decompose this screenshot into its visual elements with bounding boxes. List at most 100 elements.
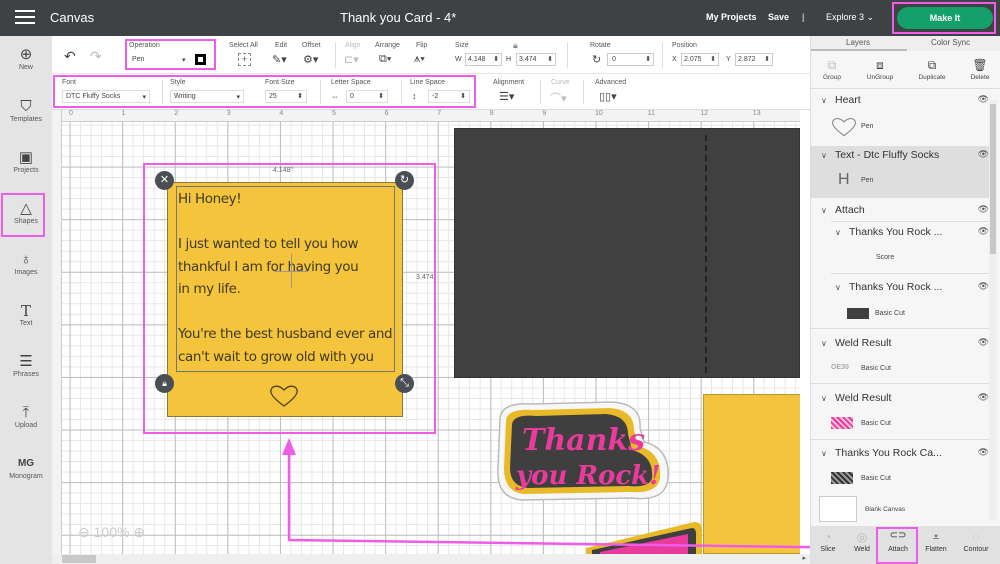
select-all-button[interactable]: + [238, 53, 251, 66]
machine-select[interactable]: Explore 3 ⌄ [826, 12, 874, 23]
horizontal-scrollbar[interactable]: ▸ [52, 554, 810, 564]
align-left-icon[interactable]: ☰▾ [499, 90, 514, 103]
layer-attach[interactable]: ∨ Attach 👁︎ [811, 204, 989, 216]
stepper-icon[interactable]: ⬍ [645, 55, 651, 63]
x-input[interactable]: 2.075 ⬍ [681, 53, 719, 66]
eye-icon[interactable]: 👁︎ [978, 149, 989, 160]
eye-icon[interactable]: 👁︎ [978, 337, 989, 348]
redo-icon[interactable]: ↷ [90, 48, 102, 65]
chevron-down-icon[interactable]: ∨ [835, 283, 849, 292]
nav-phrases[interactable]: ☰ Phrases [0, 353, 52, 378]
eye-icon[interactable]: 👁︎ [978, 204, 989, 215]
stepper-icon[interactable]: ⬍ [547, 55, 553, 63]
align-icon[interactable]: ⊏▾ [344, 53, 359, 66]
duplicate-button[interactable]: ⧉ Duplicate [915, 58, 949, 81]
scrollbar-thumb[interactable] [990, 104, 996, 254]
eye-icon[interactable]: 👁︎ [978, 226, 989, 237]
operation-select[interactable]: Pen [132, 56, 144, 63]
zoom-in-icon[interactable]: ⊕ [133, 524, 145, 540]
delete-handle-icon[interactable]: ✕ [155, 171, 174, 190]
eye-icon[interactable]: 👁︎ [978, 392, 989, 403]
make-it-button[interactable]: Make It [897, 7, 993, 29]
eye-icon[interactable]: 👁︎ [978, 281, 989, 292]
font-select[interactable]: DTC Fluffy Socks ▾ [62, 90, 150, 103]
nav-templates[interactable]: ⛉ Templates [0, 98, 52, 123]
nav-shapes[interactable]: △ Shapes [0, 200, 52, 225]
my-projects-link[interactable]: My Projects [706, 12, 757, 22]
chevron-down-icon[interactable]: ∨ [821, 151, 835, 160]
pink-sign-shape[interactable] [584, 520, 704, 554]
style-select[interactable]: Writing ▾ [170, 90, 244, 103]
stepper-icon[interactable]: ⬍ [710, 55, 716, 63]
eye-icon[interactable]: 👁︎ [978, 94, 989, 105]
weld-button[interactable]: ◎ Weld [847, 530, 877, 553]
layer-thanks-cut[interactable]: ∨ Thanks You Rock ... 👁︎ [811, 281, 989, 293]
offset-icon[interactable]: ⚙▾ [303, 53, 318, 66]
group-button[interactable]: ⧉ Group [815, 58, 849, 81]
tab-layers[interactable]: Layers [846, 38, 870, 47]
chevron-down-icon[interactable]: ∨ [821, 449, 835, 458]
layer-weld-result-2[interactable]: ∨ Weld Result 👁︎ [811, 392, 989, 404]
zoom-out-icon[interactable]: ⊖ [78, 524, 90, 540]
blank-canvas-swatch[interactable] [819, 496, 857, 522]
height-input[interactable]: 3.474 ⬍ [516, 53, 556, 66]
scrollbar-thumb[interactable] [62, 555, 96, 563]
thanks-you-rock-sticker[interactable]: Thanks you Rock! [492, 398, 672, 508]
eye-icon[interactable]: 👁︎ [978, 447, 989, 458]
save-link[interactable]: Save [768, 12, 789, 22]
chevron-down-icon[interactable]: ∨ [821, 394, 835, 403]
ungroup-button[interactable]: ⧈ UnGroup [863, 58, 897, 81]
layer-text[interactable]: ∨ Text - Dtc Fluffy Socks 👁︎ [811, 149, 989, 161]
chevron-down-icon[interactable]: ∨ [835, 228, 849, 237]
undo-icon[interactable]: ↶ [64, 48, 76, 65]
resize-handle-icon[interactable]: ⤡ [395, 374, 414, 393]
width-input[interactable]: 4.148 ⬍ [465, 53, 502, 66]
nav-images[interactable]: ♁ Images [0, 251, 52, 276]
layer-heart[interactable]: ∨ Heart 👁︎ [811, 94, 989, 106]
nav-projects[interactable]: ▣ Projects [0, 149, 52, 174]
nav-new[interactable]: ⊕ New [0, 46, 52, 71]
font-size-input[interactable]: 25 ⬍ [265, 90, 307, 103]
line-space-input[interactable]: -2 ⬍ [428, 90, 470, 103]
chevron-down-icon[interactable]: ∨ [821, 96, 835, 105]
layers-scrollbar[interactable] [989, 100, 997, 520]
stepper-icon[interactable]: ⬍ [297, 92, 303, 100]
contour-button[interactable]: ◌ Contour [961, 530, 991, 553]
stepper-icon[interactable]: ⬍ [378, 92, 384, 100]
pen-color-swatch[interactable] [195, 54, 206, 65]
layer-thanks-card[interactable]: ∨ Thanks You Rock Ca... 👁︎ [811, 447, 989, 459]
delete-button[interactable]: 🗑︎ Delete [963, 58, 997, 81]
design-canvas[interactable]: Hi Honey! I just wanted to tell you how … [62, 122, 800, 554]
rotate-input[interactable]: 0 ⬍ [607, 53, 654, 66]
rotate-handle-icon[interactable]: ↻ [395, 171, 414, 190]
stepper-icon[interactable]: ⬍ [493, 55, 499, 63]
y-input[interactable]: 2.872 ⬍ [735, 53, 773, 66]
nav-upload[interactable]: ⤒ Upload [0, 404, 52, 429]
chevron-down-icon[interactable]: ∨ [821, 339, 835, 348]
lock-handle-icon[interactable]: 🔒︎ [155, 374, 174, 393]
slice-button[interactable]: ◔ Slice [813, 530, 843, 553]
yellow-card-panel[interactable] [703, 394, 800, 554]
hamburger-icon[interactable] [15, 10, 35, 26]
layer-weld-result-1[interactable]: ∨ Weld Result 👁︎ [811, 337, 989, 349]
flip-icon[interactable]: ⩚▾ [414, 53, 425, 66]
advanced-icon[interactable]: ▯▯▾ [599, 90, 617, 103]
attach-button[interactable]: ⊂⊃ Attach [883, 530, 913, 553]
flatten-button[interactable]: ⩡ Flatten [921, 530, 951, 553]
card-message-text[interactable]: Hi Honey! I just wanted to tell you how … [178, 188, 393, 368]
dark-card-base[interactable] [454, 128, 800, 378]
lock-icon[interactable]: 🔒︎ [513, 40, 518, 51]
arrange-icon[interactable]: ⧉▾ [379, 53, 391, 66]
tab-color-sync[interactable]: Color Sync [931, 38, 970, 47]
scroll-right-icon[interactable]: ▸ [802, 554, 806, 562]
pencil-icon[interactable]: ✎▾ [272, 53, 287, 66]
layer-thanks-score[interactable]: ∨ Thanks You Rock ... 👁︎ [811, 226, 989, 238]
stepper-icon[interactable]: ⬍ [460, 92, 466, 100]
heart-shape[interactable] [269, 384, 299, 408]
nav-text[interactable]: T Text [0, 302, 52, 327]
nav-monogram[interactable]: MG Monogram [0, 455, 52, 480]
stepper-icon[interactable]: ⬍ [764, 55, 770, 63]
letter-space-input[interactable]: 0 ⬍ [346, 90, 388, 103]
chevron-down-icon[interactable]: ∨ [821, 206, 835, 215]
curve-icon[interactable]: ⌒▾ [550, 90, 567, 106]
